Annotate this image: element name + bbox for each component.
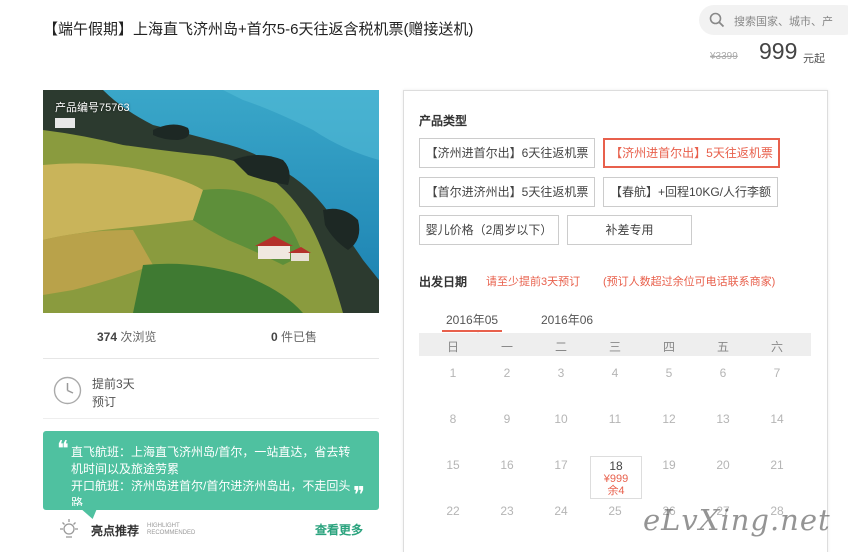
highlight-label: 亮点推荐 — [91, 524, 140, 538]
weekday-fri: 五 — [716, 340, 729, 354]
sold-count: 0 — [271, 330, 278, 344]
calendar-day: 1 — [449, 366, 457, 380]
product-number: 产品编号75763 — [55, 102, 130, 114]
views-count: 374 — [97, 330, 118, 344]
option-price-difference[interactable]: 补差专用 — [567, 215, 692, 245]
month-tab-may[interactable]: 2016年05 — [441, 311, 503, 337]
calendar-day: 21 — [770, 458, 784, 472]
calendar-day: 20 — [716, 458, 730, 472]
views-label: 次浏览 — [117, 330, 157, 344]
highlight-sub-label: HIGHLIGHT RECOMMENDED — [147, 523, 196, 536]
search-box[interactable]: 搜索国家、城市、产 — [699, 5, 848, 35]
divider — [43, 418, 379, 419]
search-placeholder[interactable]: 搜索国家、城市、产 — [734, 13, 833, 29]
calendar-day: 10 — [554, 412, 568, 426]
option-jeju-seoul-6d[interactable]: 【济州进首尔出】6天往返机票 — [419, 138, 595, 168]
original-price: ¥3399 — [710, 51, 738, 62]
calendar-day: 7 — [773, 366, 781, 380]
sold-label: 件已售 — [277, 330, 318, 344]
option-jeju-seoul-5d[interactable]: 【济州进首尔出】5天往返机票 — [603, 138, 780, 168]
price-unit: 元起 — [803, 53, 825, 65]
price: 999 — [759, 38, 798, 64]
calendar-day: 5 — [665, 366, 673, 380]
calendar-day: 16 — [500, 458, 514, 472]
advance-line1: 提前3天 — [92, 377, 135, 391]
calendar-day: 4 — [611, 366, 619, 380]
weekday-thu: 四 — [662, 340, 675, 354]
departure-date-label: 出发日期 — [419, 275, 468, 289]
clock-icon — [53, 376, 82, 405]
calendar-day: 13 — [716, 412, 730, 426]
views-stat: 374 次浏览 — [97, 328, 156, 345]
active-day-number: 18 — [609, 459, 623, 473]
view-more-link[interactable]: 查看更多 — [315, 521, 363, 538]
active-day-price: ¥999 — [603, 473, 629, 485]
option-seoul-jeju-5d[interactable]: 【首尔进济州出】5天往返机票 — [419, 177, 595, 207]
weekday-sun: 日 — [446, 340, 459, 354]
highlight-text: 直飞航班：上海直飞济州岛/首尔，一站直达，省去转机时间以及旅途劳累 开口航班：济… — [71, 445, 351, 506]
product-type-label: 产品类型 — [419, 114, 468, 128]
stats-bar: 374 次浏览 0 件已售 — [43, 313, 379, 359]
calendar-day: 25 — [608, 504, 622, 518]
calendar-day: 22 — [446, 504, 460, 518]
calendar-day: 8 — [449, 412, 457, 426]
contact-notice: (预订人数超过余位可电话联系商家) — [603, 276, 776, 288]
calendar-day: 6 — [719, 366, 727, 380]
sold-stat: 0 件已售 — [271, 328, 317, 345]
advance-line2: 预订 — [92, 395, 117, 409]
advance-notice: 请至少提前3天预订 — [486, 276, 581, 288]
calendar-day: 2 — [503, 366, 511, 380]
search-icon — [709, 12, 725, 28]
active-day-remaining: 余4 — [607, 485, 625, 497]
advance-booking: 提前3天 预订 — [92, 375, 152, 411]
weekday-sat: 六 — [770, 340, 783, 354]
page-title: 【端午假期】上海直飞济州岛+首尔5-6天往返含税机票(赠接送机) — [43, 21, 474, 38]
month-tab-may-label: 2016年05 — [446, 313, 499, 327]
calendar-day: 14 — [770, 412, 784, 426]
weekday-tue: 二 — [554, 340, 567, 354]
calendar-day: 19 — [662, 458, 676, 472]
open-quote-icon: ❝ — [57, 437, 69, 462]
calendar-day-available[interactable]: 18 ¥999 余4 — [590, 456, 642, 499]
lightbulb-icon — [60, 519, 78, 538]
calendar-day: 12 — [662, 412, 676, 426]
month-tab-june[interactable]: 2016年06 — [541, 311, 593, 328]
calendar-day: 17 — [554, 458, 568, 472]
option-spring-luggage[interactable]: 【春航】+回程10KG/人行李额 — [603, 177, 778, 207]
highlight-box: ❝ 直飞航班：上海直飞济州岛/首尔，一站直达，省去转机时间以及旅途劳累 开口航班… — [43, 431, 379, 510]
weekday-mon: 一 — [500, 340, 513, 354]
weekday-wed: 三 — [608, 340, 621, 354]
calendar-day: 11 — [608, 412, 622, 426]
calendar-day: 9 — [503, 412, 511, 426]
watermark: eLvXing.net — [643, 503, 831, 537]
close-quote-icon: ❞ — [353, 483, 365, 508]
product-photo — [43, 90, 379, 313]
calendar-day: 3 — [557, 366, 565, 380]
highlight-pointer — [82, 510, 100, 519]
calendar-day: 15 — [446, 458, 460, 472]
option-infant-price[interactable]: 婴儿价格（2周岁以下） — [419, 215, 559, 245]
calendar-day: 24 — [554, 504, 568, 518]
calendar-day: 23 — [500, 504, 514, 518]
